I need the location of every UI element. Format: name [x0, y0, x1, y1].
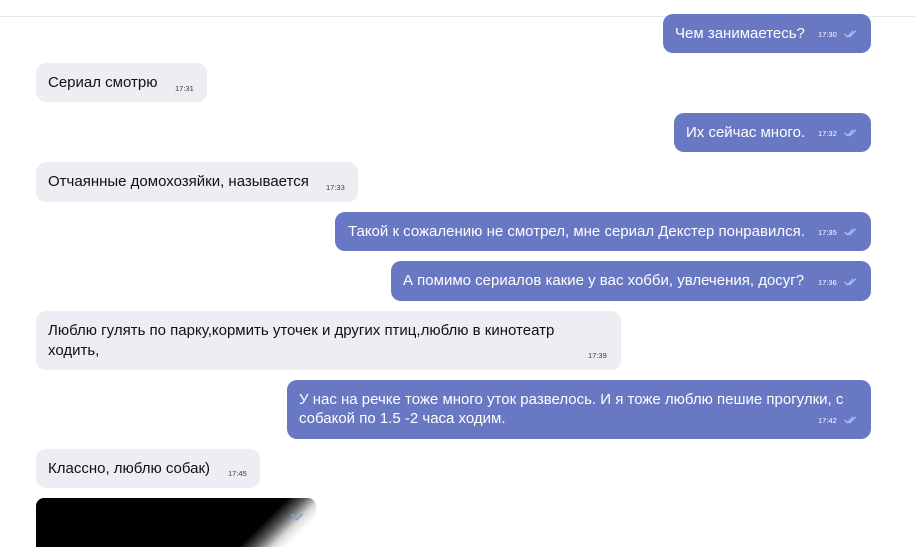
message-time: 17:42 — [818, 416, 837, 425]
message-bubble-incoming[interactable]: Классно, люблю собак) 17:45 — [36, 449, 260, 488]
message-text-line: Люблю гулять по парку,кормить уточек и д… — [48, 322, 555, 339]
message-bubble-outgoing[interactable]: Их сейчас много. 17:32 — [674, 113, 871, 152]
message-bubble-incoming[interactable]: Люблю гулять по парку,кормить уточек и д… — [36, 311, 621, 370]
message-time: 17:31 — [175, 84, 194, 93]
message-bubble-incoming[interactable]: Сериал смотрю 17:31 — [36, 63, 207, 102]
message-time: 17:36 — [818, 278, 837, 287]
message-text: Отчаянные домохозяйки, называется — [48, 173, 309, 190]
chevron-down-icon[interactable] — [288, 510, 306, 524]
message-text: Классно, люблю собак) — [48, 460, 211, 477]
message-text: Их сейчас много. — [686, 124, 806, 141]
message-text-line: собакой по 1.5 -2 часа ходим. — [299, 410, 506, 427]
read-check-icon — [844, 30, 857, 38]
media-message-image[interactable] — [36, 498, 316, 547]
message-bubble-outgoing[interactable]: Чем занимаетесь? 17:30 — [663, 14, 871, 53]
message-text: А помимо сериалов какие у вас хобби, увл… — [403, 272, 805, 289]
message-text-line: У нас на речке тоже много уток развелось… — [299, 391, 844, 408]
message-bubble-outgoing[interactable]: У нас на речке тоже много уток развелось… — [287, 380, 871, 439]
message-bubble-incoming[interactable]: Отчаянные домохозяйки, называется 17:33 — [36, 162, 358, 202]
read-check-icon — [844, 228, 857, 236]
message-time: 17:35 — [818, 228, 837, 237]
message-text: Такой к сожалению не смотрел, мне сериал… — [348, 223, 805, 240]
message-time: 17:33 — [326, 183, 345, 192]
read-check-icon — [844, 278, 857, 286]
message-bubble-outgoing[interactable]: А помимо сериалов какие у вас хобби, увл… — [391, 261, 871, 301]
message-bubble-outgoing[interactable]: Такой к сожалению не смотрел, мне сериал… — [335, 212, 871, 251]
message-time: 17:45 — [228, 469, 247, 478]
read-check-icon — [844, 416, 857, 424]
message-text-line: ходить, — [48, 342, 100, 359]
message-text: Чем занимаетесь? — [675, 25, 805, 42]
message-text: Сериал смотрю — [48, 74, 158, 91]
message-time: 17:30 — [818, 30, 837, 39]
message-time: 17:39 — [588, 351, 607, 360]
read-check-icon — [844, 129, 857, 137]
message-time: 17:32 — [818, 129, 837, 138]
